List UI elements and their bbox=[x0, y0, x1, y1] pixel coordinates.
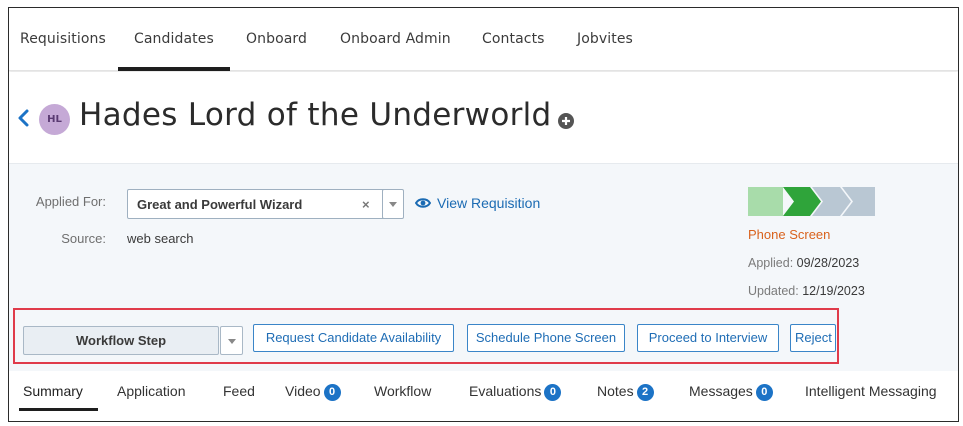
messages-count-badge: 0 bbox=[755, 384, 773, 401]
tab-summary[interactable]: Summary bbox=[23, 383, 83, 399]
back-chevron-icon[interactable] bbox=[17, 108, 31, 128]
tab-evaluations[interactable]: Evaluations 0 bbox=[469, 383, 562, 401]
workflow-step-dropdown-toggle[interactable] bbox=[220, 326, 243, 355]
workflow-step-1 bbox=[748, 187, 783, 216]
avatar: HL bbox=[39, 104, 70, 135]
chevron-down-icon bbox=[389, 202, 397, 207]
view-requisition-link[interactable]: View Requisition bbox=[415, 195, 540, 211]
workflow-step-2 bbox=[783, 187, 821, 216]
applied-date-row: Applied: 09/28/2023 bbox=[748, 256, 859, 270]
tab-contacts[interactable]: Contacts bbox=[482, 8, 545, 71]
tab-application[interactable]: Application bbox=[117, 383, 186, 399]
tab-workflow[interactable]: Workflow bbox=[374, 383, 431, 399]
request-availability-button[interactable]: Request Candidate Availability bbox=[253, 324, 454, 352]
tab-notes[interactable]: Notes 2 bbox=[597, 383, 654, 401]
tab-video[interactable]: Video 0 bbox=[285, 383, 341, 401]
reject-button[interactable]: Reject bbox=[790, 324, 836, 352]
tab-intelligent-messaging[interactable]: Intelligent Messaging bbox=[805, 383, 937, 399]
workflow-status: Phone Screen bbox=[748, 227, 831, 242]
active-tab-indicator bbox=[19, 408, 98, 411]
workflow-actions-bar: Workflow Step Request Candidate Availabi… bbox=[13, 308, 839, 364]
video-count-badge: 0 bbox=[323, 384, 341, 401]
tab-onboard-admin[interactable]: Onboard Admin bbox=[340, 8, 451, 71]
applied-date: 09/28/2023 bbox=[796, 256, 860, 270]
workflow-progress-steps bbox=[748, 187, 875, 216]
notes-count-badge: 2 bbox=[636, 384, 654, 401]
chevron-down-icon bbox=[228, 339, 236, 344]
candidate-name: Hades Lord of the Underworld bbox=[79, 97, 552, 133]
updated-label: Updated: bbox=[748, 284, 799, 298]
tab-evaluations-label: Evaluations bbox=[469, 383, 542, 399]
eye-icon bbox=[415, 198, 431, 208]
applied-for-label: Applied For: bbox=[35, 194, 106, 209]
tab-notes-label: Notes bbox=[597, 383, 634, 399]
tab-onboard[interactable]: Onboard bbox=[246, 8, 307, 71]
source-label: Source: bbox=[61, 231, 106, 246]
tab-requisitions[interactable]: Requisitions bbox=[20, 8, 106, 71]
clear-icon[interactable]: × bbox=[362, 197, 370, 212]
add-circle-icon[interactable] bbox=[557, 112, 575, 130]
applied-for-select[interactable]: Great and Powerful Wizard × bbox=[127, 189, 386, 219]
applied-label: Applied: bbox=[748, 256, 794, 270]
source-value: web search bbox=[127, 231, 194, 246]
schedule-phone-screen-button[interactable]: Schedule Phone Screen bbox=[467, 324, 625, 352]
tab-jobvites[interactable]: Jobvites bbox=[577, 8, 633, 71]
applied-for-dropdown-toggle[interactable] bbox=[382, 189, 404, 219]
updated-date: 12/19/2023 bbox=[802, 284, 865, 298]
workflow-step-select[interactable]: Workflow Step bbox=[23, 326, 219, 355]
tab-video-label: Video bbox=[285, 383, 321, 399]
evaluations-count-badge: 0 bbox=[544, 384, 562, 401]
tab-candidates[interactable]: Candidates bbox=[118, 8, 230, 71]
tab-feed[interactable]: Feed bbox=[223, 383, 255, 399]
tab-messages[interactable]: Messages 0 bbox=[689, 383, 773, 401]
updated-date-row: Updated: 12/19/2023 bbox=[748, 284, 865, 298]
top-nav: Requisitions Candidates Onboard Onboard … bbox=[9, 8, 958, 71]
proceed-to-interview-button[interactable]: Proceed to Interview bbox=[637, 324, 779, 352]
tab-messages-label: Messages bbox=[689, 383, 753, 399]
applied-for-value: Great and Powerful Wizard bbox=[137, 197, 303, 212]
view-requisition-label: View Requisition bbox=[437, 195, 541, 211]
